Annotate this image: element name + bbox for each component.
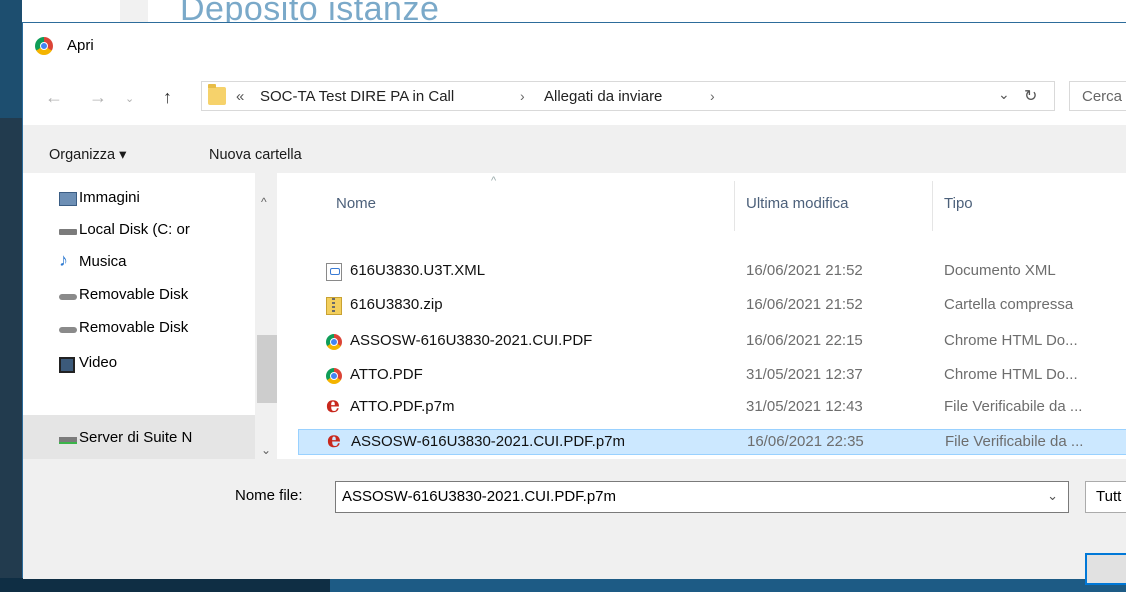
background-strip [120,0,148,22]
file-list: ^ Nome Ultima modifica Tipo 616U3830.U3T… [282,173,1126,459]
column-header-name[interactable]: Nome [336,195,376,212]
sidebar-item-network-server[interactable]: Server di Suite N [59,429,193,453]
file-type: File Verificabile da ... [944,398,1083,415]
music-icon: ♪ [59,250,68,270]
dialog-titlebar: Apri [23,23,1126,69]
address-dropdown-icon[interactable]: ⌄ [998,86,1010,103]
file-type: File Verificabile da ... [945,433,1084,450]
signed-file-e-icon: e [326,392,340,418]
sidebar-item-label: Server di Suite N [79,429,193,446]
zip-file-icon [326,297,342,315]
refresh-icon[interactable]: ↻ [1024,86,1037,106]
sidebar-item-removable-disk-1[interactable]: Removable Disk [59,286,189,310]
folder-icon [208,84,226,105]
column-divider[interactable] [932,181,933,231]
up-arrow-icon[interactable]: ↑ [163,87,172,108]
file-row[interactable]: 616U3830.zip 16/06/2021 21:52 Cartella c… [282,293,1126,319]
background-footer-dark [0,578,330,592]
file-modified: 16/06/2021 21:52 [746,296,863,313]
file-type: Cartella compressa [944,296,1074,313]
chevron-down-icon[interactable]: ⌄ [1047,488,1058,504]
filetype-select[interactable]: Tutt [1085,481,1126,513]
signed-file-e-icon: e [327,427,341,453]
breadcrumb-overflow[interactable]: « [236,88,244,105]
navigation-scrollbar[interactable] [255,173,277,459]
sidebar-item-music[interactable]: ♪ Musica [59,250,127,277]
address-row: ← → ⌄ ↑ « SOC-TA Test DIRE PA in Call › … [23,69,1126,125]
breadcrumb-separator-icon[interactable]: › [710,88,715,104]
navigation-scrollbar-thumb[interactable] [257,335,277,403]
filename-value[interactable]: ASSOSW-616U3830-2021.CUI.PDF.p7m [342,488,616,505]
sidebar-item-video[interactable]: Video [59,354,118,378]
back-arrow-icon[interactable]: ← [45,87,63,108]
removable-disk-icon [59,327,77,333]
chrome-icon [326,334,342,350]
removable-disk-icon [59,294,77,300]
column-header-type[interactable]: Tipo [944,195,973,212]
breadcrumb-separator-icon[interactable]: › [520,88,525,104]
file-type: Documento XML [944,262,1056,279]
sidebar-item-label: Removable Disk [79,286,189,303]
filename-combobox[interactable]: ASSOSW-616U3830-2021.CUI.PDF.p7m ⌄ [335,481,1069,513]
file-name: ASSOSW-616U3830-2021.CUI.PDF [350,332,593,349]
file-modified: 16/06/2021 22:35 [747,433,864,450]
sidebar-item-label: Local Disk (C: or [79,221,190,238]
search-placeholder: Cerca [1082,88,1123,105]
file-modified: 31/05/2021 12:37 [746,366,863,383]
sidebar-item-label: Musica [79,253,127,270]
chrome-icon [326,368,342,384]
file-name: ATTO.PDF [350,366,423,383]
sidebar-item-label: Immagini [79,189,140,206]
network-drive-icon [59,437,77,444]
background-left-panel-dark [0,118,22,592]
forward-arrow-icon[interactable]: → [89,87,107,108]
file-modified: 16/06/2021 21:52 [746,262,863,279]
navigation-pane: Immagini Local Disk (C: or ♪ Musica Remo… [23,173,282,459]
sidebar-item-pictures[interactable]: Immagini [59,189,140,213]
xml-file-icon [326,263,342,281]
file-type: Chrome HTML Do... [944,332,1078,349]
file-row[interactable]: 616U3830.U3T.XML 16/06/2021 21:52 Docume… [282,259,1126,285]
dialog-footer: Nome file: ASSOSW-616U3830-2021.CUI.PDF.… [23,459,1126,585]
pictures-icon [59,192,77,206]
organize-menu-button[interactable]: Organizza ▾ [49,147,126,163]
background-page-header [0,0,1126,22]
file-row-selected[interactable]: e ASSOSW-616U3830-2021.CUI.PDF.p7m 16/06… [298,427,1126,455]
scroll-down-arrow-icon[interactable]: ⌄ [261,443,271,457]
file-name: 616U3830.zip [350,296,443,313]
drive-icon [59,229,77,235]
filetype-value: Tutt [1096,488,1122,505]
file-type: Chrome HTML Do... [944,366,1078,383]
new-folder-button[interactable]: Nuova cartella [209,147,302,163]
address-bar[interactable]: « SOC-TA Test DIRE PA in Call › Allegati… [201,81,1055,111]
file-name: ATTO.PDF.p7m [350,398,455,415]
sort-ascending-icon: ^ [491,175,497,187]
filename-label: Nome file: [235,487,303,504]
breadcrumb-item[interactable]: Allegati da inviare [544,88,662,105]
file-row[interactable]: ATTO.PDF 31/05/2021 12:37 Chrome HTML Do… [282,363,1126,389]
chrome-icon [35,37,53,55]
sidebar-item-label: Removable Disk [79,319,189,336]
scroll-up-arrow-icon[interactable]: ^ [261,195,267,209]
breadcrumb-item[interactable]: SOC-TA Test DIRE PA in Call [260,88,454,105]
file-row[interactable]: ASSOSW-616U3830-2021.CUI.PDF 16/06/2021 … [282,329,1126,355]
file-modified: 31/05/2021 12:43 [746,398,863,415]
search-input[interactable]: Cerca [1069,81,1126,111]
file-name: 616U3830.U3T.XML [350,262,486,279]
column-header-modified[interactable]: Ultima modifica [746,195,849,212]
column-divider[interactable] [734,181,735,231]
file-row[interactable]: e ATTO.PDF.p7m 31/05/2021 12:43 File Ver… [282,392,1126,421]
video-icon [59,357,75,373]
file-modified: 16/06/2021 22:15 [746,332,863,349]
recent-locations-chevron-icon[interactable]: ⌄ [125,92,134,105]
dialog-toolbar: Organizza ▾ Nuova cartella [23,125,1126,173]
sidebar-item-label: Video [79,354,118,371]
file-name: ASSOSW-616U3830-2021.CUI.PDF.p7m [351,433,626,450]
dialog-content: Immagini Local Disk (C: or ♪ Musica Remo… [23,173,1126,459]
sidebar-item-local-disk[interactable]: Local Disk (C: or [59,221,190,245]
dialog-title: Apri [67,37,94,54]
open-file-dialog: Apri ← → ⌄ ↑ « SOC-TA Test DIRE PA in Ca… [22,22,1126,585]
open-button[interactable] [1085,553,1126,585]
sidebar-item-removable-disk-2[interactable]: Removable Disk [59,319,189,343]
